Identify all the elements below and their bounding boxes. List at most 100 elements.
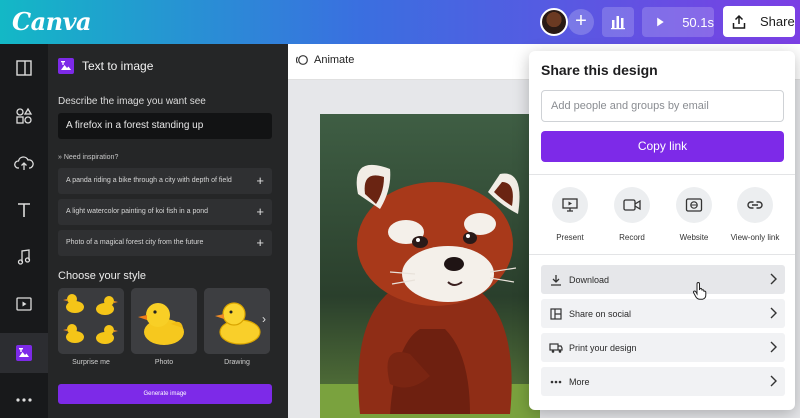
cloud-upload-icon	[14, 156, 34, 170]
shapes-icon	[16, 107, 33, 124]
text-to-image-app-icon	[58, 58, 74, 74]
rail-text[interactable]	[0, 190, 48, 230]
panel-title: Text to image	[82, 59, 154, 73]
rail-more[interactable]	[0, 380, 48, 418]
hand-cursor-icon	[692, 282, 707, 300]
link-icon	[747, 201, 763, 209]
drawing-duck-image	[204, 288, 270, 354]
left-rail	[0, 44, 48, 418]
add-collaborator-button[interactable]: +	[568, 9, 594, 35]
quick-label: Website	[679, 233, 709, 242]
music-icon	[17, 249, 31, 265]
download-row[interactable]: Download	[541, 265, 785, 294]
canva-logo[interactable]: Canva	[12, 7, 92, 36]
row-label: More	[569, 376, 590, 387]
style-caption: Surprise me	[72, 359, 110, 366]
suggestion-text: A light watercolor painting of koi fish …	[66, 208, 209, 215]
insights-button[interactable]	[602, 7, 634, 37]
share-title: Share this design	[541, 62, 658, 78]
describe-label: Describe the image you want see	[58, 96, 206, 107]
style-card-surprise[interactable]	[58, 288, 124, 354]
user-avatar[interactable]	[540, 8, 568, 36]
prompt-input[interactable]: A firefox in a forest standing up	[58, 113, 272, 139]
divider	[529, 174, 795, 175]
camera-icon	[623, 199, 641, 211]
animate-button[interactable]: Animate	[296, 54, 354, 66]
download-icon	[549, 273, 563, 287]
share-label: Share	[760, 14, 795, 29]
generated-image[interactable]	[320, 114, 540, 418]
more-row[interactable]: More	[541, 367, 785, 396]
rail-uploads[interactable]	[0, 143, 48, 183]
present-action[interactable]: Present	[542, 187, 598, 242]
inspiration-chevron-icon: »	[58, 154, 62, 161]
panel-header: Text to image	[58, 58, 153, 74]
quick-label: View-only link	[730, 233, 780, 242]
rail-elements[interactable]	[0, 96, 48, 136]
styles-next-icon[interactable]: ›	[262, 312, 266, 326]
view-only-link-action[interactable]: View-only link	[727, 187, 783, 242]
text-icon	[18, 203, 30, 217]
quick-label: Record	[619, 233, 645, 242]
view-only-circle	[737, 187, 773, 223]
present-button[interactable]: 50.1s	[642, 7, 714, 37]
red-panda-image	[320, 114, 540, 418]
style-caption: Drawing	[224, 359, 250, 366]
website-icon	[685, 198, 703, 212]
bar-chart-icon	[611, 16, 625, 30]
chevron-right-icon	[770, 273, 777, 285]
upload-icon	[732, 14, 746, 29]
social-icon	[549, 307, 563, 321]
style-card-photo[interactable]	[131, 288, 197, 354]
share-on-social-row[interactable]: Share on social	[541, 299, 785, 328]
style-caption: Photo	[154, 359, 174, 366]
inspiration-label: » Need inspiration?	[58, 154, 118, 161]
print-design-row[interactable]: Print your design	[541, 333, 785, 362]
website-action[interactable]: Website	[666, 187, 722, 242]
more-dots-icon	[16, 398, 32, 402]
suggestion-text: Photo of a magical forest city from the …	[66, 239, 204, 246]
chevron-right-icon	[770, 375, 777, 387]
photo-duck-image	[131, 288, 197, 354]
generate-image-button[interactable]: Generate image	[58, 384, 272, 404]
row-label: Download	[569, 274, 610, 285]
style-card-drawing[interactable]	[204, 288, 270, 354]
divider	[529, 254, 795, 255]
layout-icon	[16, 60, 32, 76]
share-button[interactable]: Share	[723, 6, 795, 37]
website-circle	[676, 187, 712, 223]
present-circle	[552, 187, 588, 223]
rail-audio[interactable]	[0, 237, 48, 277]
quick-label: Present	[556, 233, 584, 242]
suggestion-item[interactable]: A light watercolor painting of koi fish …	[58, 199, 272, 225]
text-to-image-app-icon	[16, 345, 32, 361]
suggestion-item[interactable]: A panda riding a bike through a city wit…	[58, 168, 272, 194]
add-icon: +	[256, 235, 264, 250]
duck-collage-image	[58, 288, 124, 354]
suggestion-item[interactable]: Photo of a magical forest city from the …	[58, 230, 272, 256]
more-dots-icon	[549, 375, 563, 389]
record-action[interactable]: Record	[604, 187, 660, 242]
present-time: 50.1s	[682, 14, 714, 30]
presentation-icon	[562, 198, 578, 212]
row-label: Print your design	[569, 342, 637, 353]
record-circle	[614, 187, 650, 223]
rail-videos[interactable]	[0, 284, 48, 324]
copy-link-button[interactable]: Copy link	[541, 131, 784, 162]
style-label: Choose your style	[58, 270, 147, 282]
animate-icon	[296, 55, 308, 65]
chevron-right-icon	[770, 341, 777, 353]
add-icon: +	[256, 173, 264, 188]
play-icon	[657, 17, 664, 27]
rail-design[interactable]	[0, 48, 48, 88]
email-input[interactable]	[541, 90, 784, 122]
animate-label: Animate	[314, 54, 355, 66]
chevron-right-icon	[770, 307, 777, 319]
add-icon: +	[256, 204, 264, 219]
inspiration-text: Need inspiration?	[63, 154, 119, 161]
rail-text-to-image[interactable]	[0, 333, 48, 373]
suggestion-text: A panda riding a bike through a city wit…	[66, 177, 232, 184]
row-label: Share on social	[569, 308, 632, 319]
video-icon	[16, 297, 32, 311]
truck-icon	[549, 341, 563, 355]
